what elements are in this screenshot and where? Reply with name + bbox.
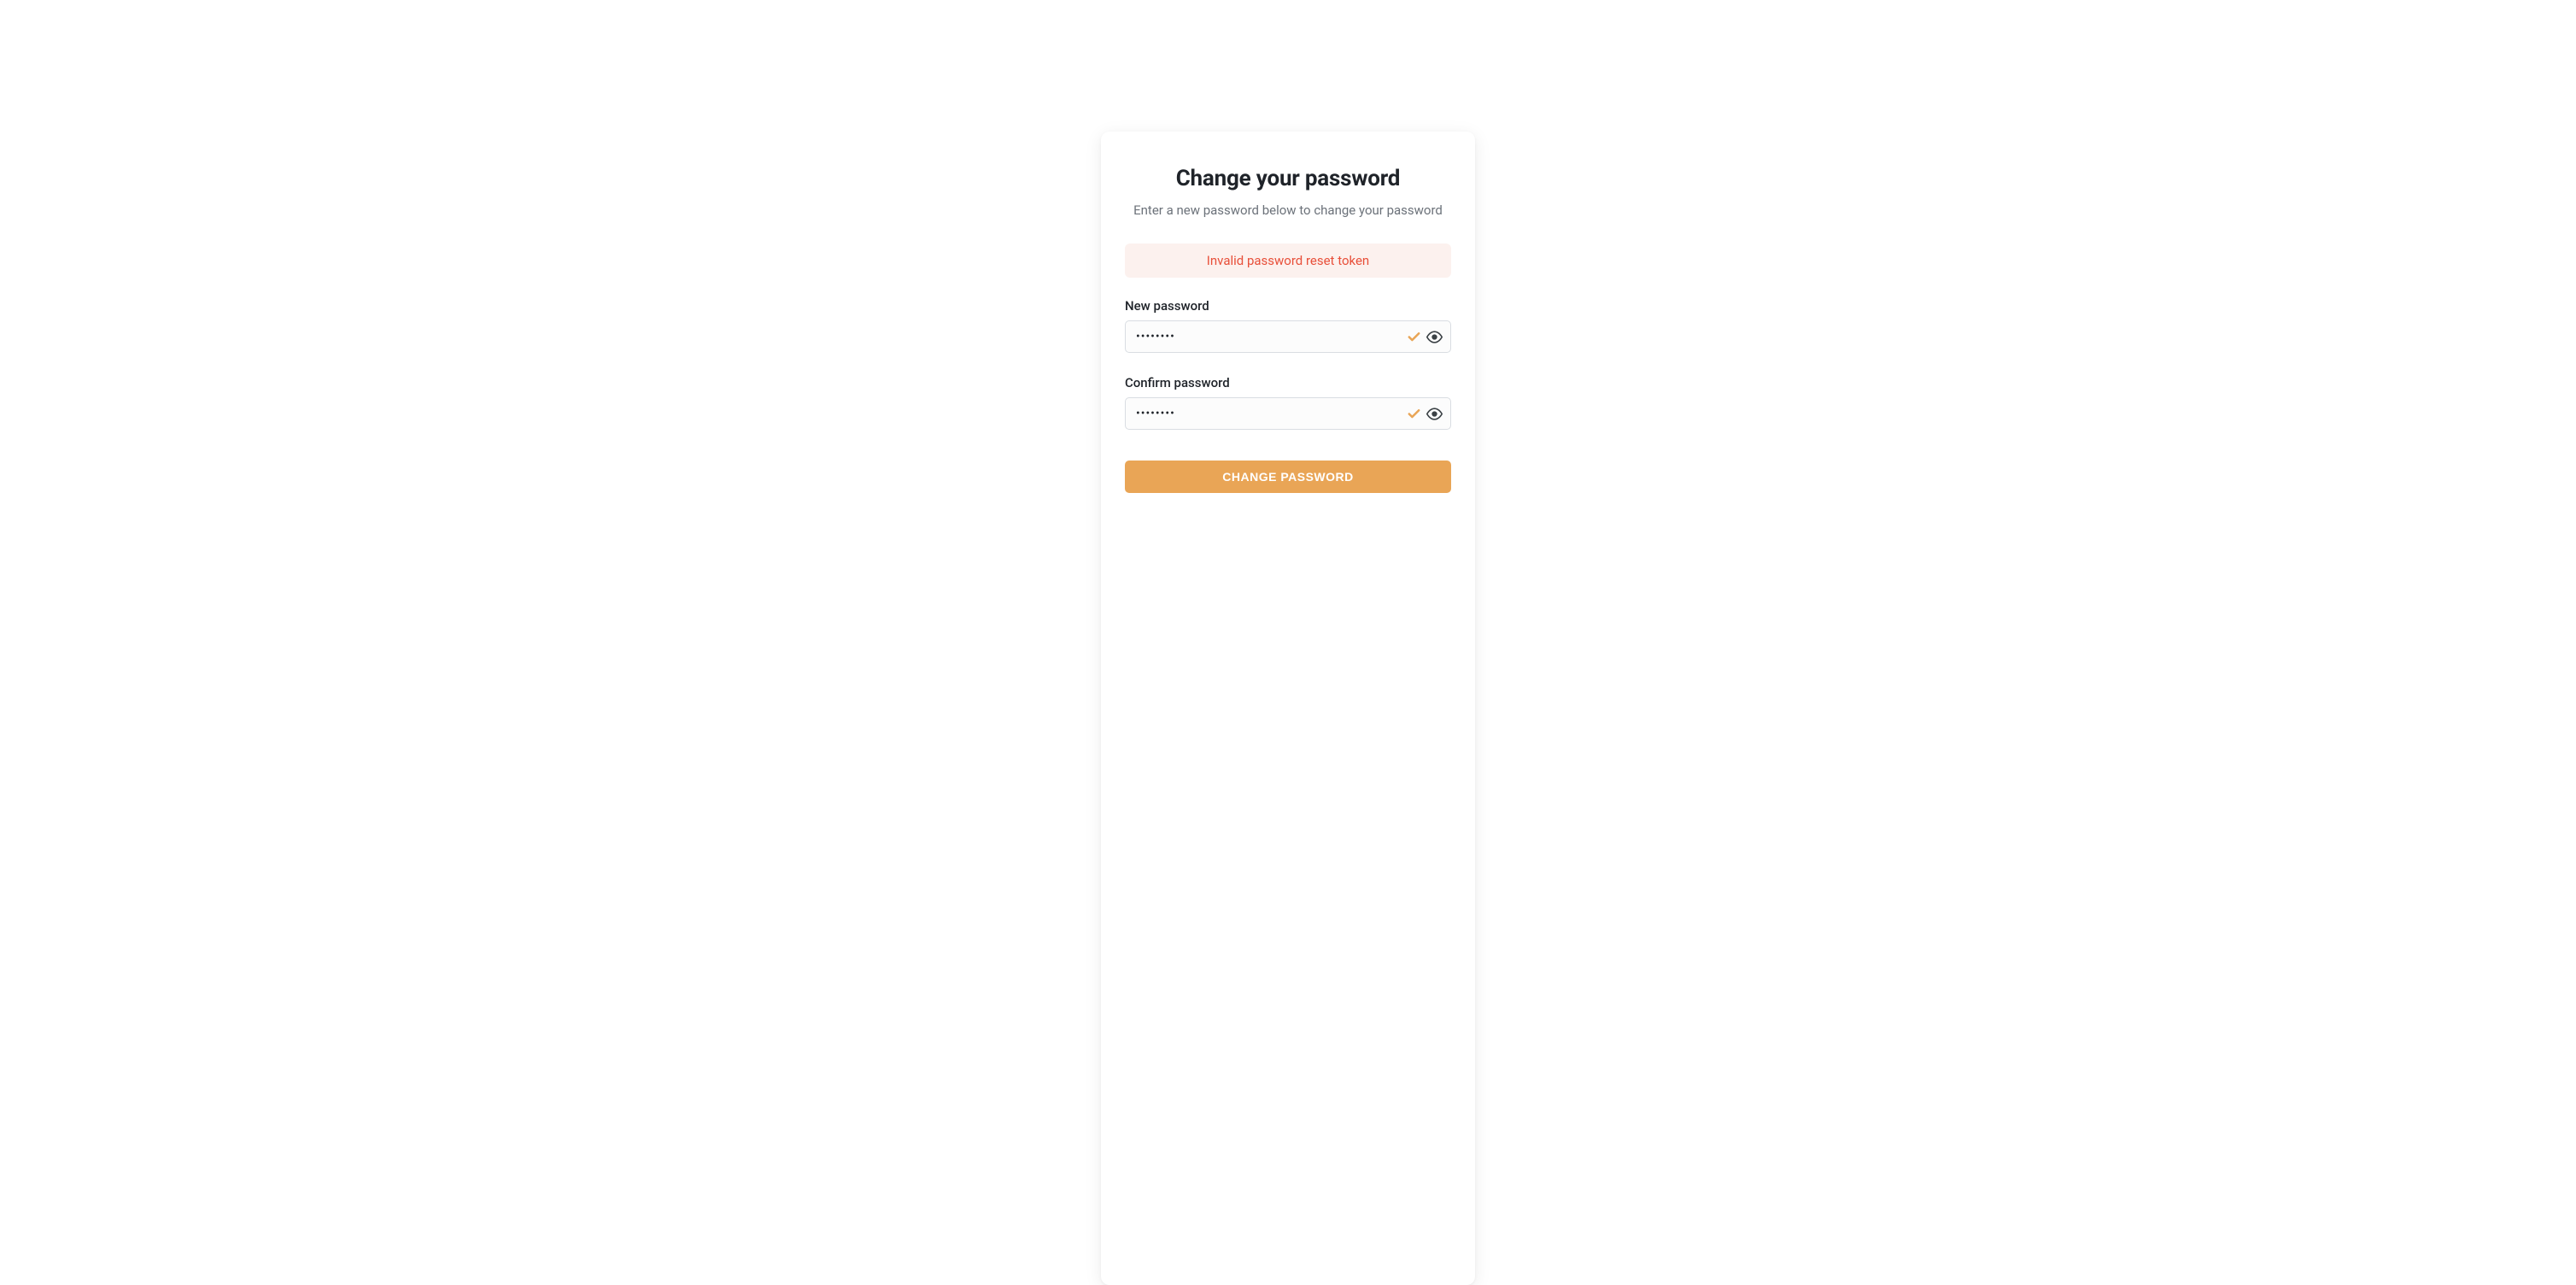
page-subtitle: Enter a new password below to change you… — [1125, 202, 1451, 220]
check-icon — [1407, 330, 1421, 344]
confirm-password-icons — [1407, 406, 1443, 422]
change-password-button[interactable]: CHANGE PASSWORD — [1125, 461, 1451, 493]
confirm-password-label: Confirm password — [1125, 375, 1451, 390]
new-password-input[interactable] — [1125, 320, 1451, 353]
new-password-label: New password — [1125, 298, 1451, 314]
new-password-input-wrapper — [1125, 320, 1451, 353]
new-password-icons — [1407, 329, 1443, 345]
confirm-password-input-wrapper — [1125, 397, 1451, 430]
page-title: Change your password — [1125, 166, 1451, 191]
new-password-field-group: New password — [1125, 298, 1451, 353]
eye-icon[interactable] — [1426, 406, 1443, 422]
error-alert: Invalid password reset token — [1125, 244, 1451, 278]
confirm-password-field-group: Confirm password — [1125, 375, 1451, 430]
confirm-password-input[interactable] — [1125, 397, 1451, 430]
check-icon — [1407, 407, 1421, 421]
eye-icon[interactable] — [1426, 329, 1443, 345]
change-password-card: Change your password Enter a new passwor… — [1101, 132, 1475, 1285]
